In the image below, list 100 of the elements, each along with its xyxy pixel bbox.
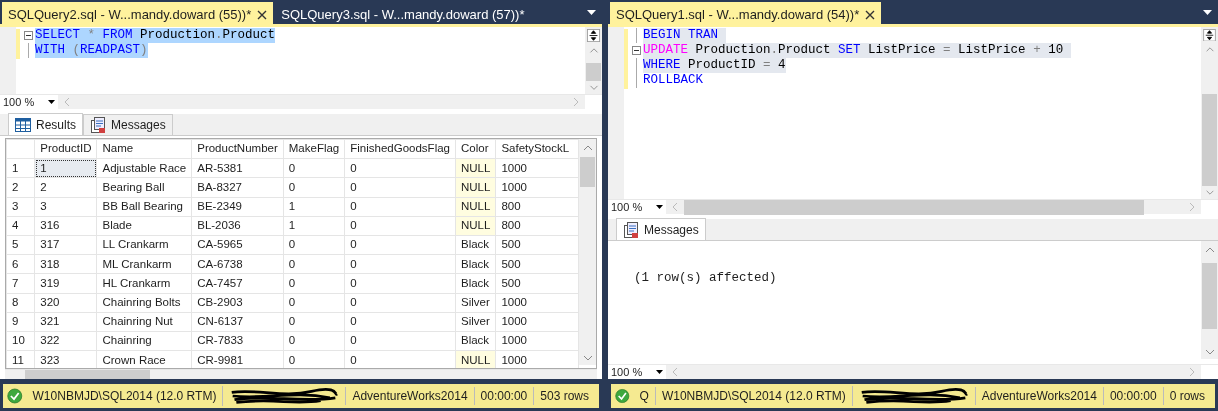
row-number[interactable]: 4 bbox=[6, 216, 35, 236]
result-tab[interactable]: Results bbox=[8, 113, 83, 135]
scroll-up-icon[interactable] bbox=[588, 48, 599, 54]
scroll-thumb[interactable] bbox=[1202, 263, 1217, 329]
document-tab[interactable]: SQLQuery3.sql - W...mandy.doward (57))* bbox=[275, 2, 531, 24]
table-cell: 0 bbox=[283, 273, 345, 293]
vertical-scrollbar[interactable] bbox=[1201, 27, 1218, 199]
table-cell: CA-7457 bbox=[191, 273, 284, 293]
document-icon bbox=[90, 117, 106, 133]
table-cell: ML Crankarm bbox=[96, 254, 192, 274]
column-header[interactable]: ProductID bbox=[34, 139, 97, 159]
scroll-down-icon[interactable] bbox=[588, 84, 599, 90]
table-cell: CR-7833 bbox=[191, 331, 284, 351]
scroll-up-icon[interactable] bbox=[1204, 247, 1215, 253]
column-header[interactable]: MakeFlag bbox=[283, 139, 345, 159]
close-icon[interactable] bbox=[257, 9, 268, 20]
message-text: (1 row(s) affected) bbox=[633, 270, 778, 287]
row-number[interactable]: 10 bbox=[6, 331, 35, 351]
scroll-thumb[interactable] bbox=[586, 63, 601, 81]
status-text: W10NBMJD\SQL2014 (12.0 RTM) bbox=[654, 387, 852, 405]
table-cell: 1000 bbox=[495, 158, 579, 178]
table-cell: 0 bbox=[344, 293, 456, 313]
scroll-right-icon[interactable] bbox=[1189, 202, 1195, 212]
table-cell: 320 bbox=[34, 293, 97, 313]
table-cell: Chainring Nut bbox=[96, 312, 192, 332]
scroll-right-icon[interactable] bbox=[573, 97, 579, 107]
column-header[interactable]: ProductNumber bbox=[191, 139, 284, 159]
collapse-icon[interactable] bbox=[631, 46, 641, 55]
dropdown-icon[interactable] bbox=[1203, 10, 1212, 15]
scroll-left-icon[interactable] bbox=[672, 367, 678, 377]
table-cell: 319 bbox=[34, 273, 97, 293]
scroll-thumb[interactable] bbox=[580, 157, 595, 187]
scroll-up-icon[interactable] bbox=[582, 145, 593, 151]
table-cell: 0 bbox=[283, 293, 345, 313]
vertical-scrollbar[interactable] bbox=[579, 139, 596, 365]
table-cell: 800 bbox=[495, 216, 579, 236]
status-text: W10NBMJD\SQL2014 (12.0 RTM) bbox=[31, 388, 218, 405]
table-cell: 317 bbox=[34, 235, 97, 255]
table-cell: 0 bbox=[344, 331, 456, 351]
row-number[interactable]: 8 bbox=[6, 293, 35, 313]
scroll-thumb[interactable] bbox=[25, 370, 150, 379]
scroll-down-icon[interactable] bbox=[1204, 190, 1215, 195]
status-text: AdventureWorks2014 bbox=[345, 387, 474, 405]
document-tab[interactable]: SQLQuery1.sql - W...mandy.doward (54))* bbox=[610, 2, 882, 24]
row-number[interactable]: 6 bbox=[6, 254, 35, 274]
status-text: 00:00:00 bbox=[473, 387, 534, 405]
row-number[interactable]: 2 bbox=[6, 177, 35, 198]
status-text: AdventureWorks2014 bbox=[974, 387, 1103, 405]
status-text: 503 rows bbox=[533, 387, 595, 405]
table-cell: 0 bbox=[283, 158, 345, 178]
close-icon[interactable] bbox=[865, 9, 876, 20]
row-number[interactable]: 1 bbox=[6, 158, 35, 178]
zoom-dropdown[interactable]: 100 % bbox=[608, 365, 666, 379]
zoom-dropdown[interactable]: 100 % bbox=[0, 95, 58, 109]
column-header[interactable]: Color bbox=[455, 139, 496, 159]
dropdown-icon[interactable] bbox=[587, 10, 596, 15]
scroll-thumb[interactable] bbox=[1202, 94, 1217, 186]
code-line: ROLLBACK bbox=[643, 73, 703, 88]
table-cell: 1000 bbox=[495, 293, 579, 313]
scroll-up-icon[interactable] bbox=[1204, 47, 1215, 53]
splitter-icon bbox=[586, 29, 601, 43]
scroll-right-icon[interactable] bbox=[1189, 367, 1195, 377]
table-cell: CA-6738 bbox=[191, 254, 284, 274]
table-cell: CA-5965 bbox=[191, 235, 284, 255]
scroll-left-icon[interactable] bbox=[672, 202, 678, 212]
success-check-icon bbox=[615, 386, 630, 406]
table-cell: 0 bbox=[283, 235, 345, 255]
caret-icon bbox=[656, 205, 663, 209]
table-cell: Black bbox=[455, 235, 496, 255]
table-cell: Blade bbox=[96, 216, 192, 236]
scroll-down-icon[interactable] bbox=[1204, 349, 1215, 355]
row-number[interactable]: 9 bbox=[6, 312, 35, 332]
table-cell: Black bbox=[455, 273, 496, 293]
row-number[interactable]: 5 bbox=[6, 235, 35, 255]
scroll-thumb[interactable] bbox=[684, 199, 1144, 215]
result-tab[interactable]: Messages bbox=[83, 114, 173, 135]
table-cell: 318 bbox=[34, 254, 97, 274]
table-cell: 1000 bbox=[495, 312, 579, 332]
zoom-dropdown[interactable]: 100 % bbox=[608, 200, 666, 214]
table-cell: Chainring bbox=[96, 331, 192, 351]
caret-icon bbox=[48, 100, 55, 104]
scroll-left-icon[interactable] bbox=[64, 97, 70, 107]
table-cell: 322 bbox=[34, 331, 97, 351]
result-tab[interactable]: Messages bbox=[616, 218, 706, 240]
column-header[interactable]: SafetyStockL bbox=[495, 139, 579, 159]
table-cell: Chainring Bolts bbox=[96, 293, 192, 313]
table-cell: 1 bbox=[283, 197, 345, 217]
row-number[interactable]: 7 bbox=[6, 273, 35, 293]
table-cell: 316 bbox=[34, 216, 97, 236]
column-header[interactable]: FinishedGoodsFlag bbox=[344, 139, 456, 159]
row-number[interactable]: 3 bbox=[6, 197, 35, 217]
scroll-down-icon[interactable] bbox=[582, 355, 593, 361]
vertical-scrollbar[interactable] bbox=[1201, 241, 1218, 359]
row-header-corner bbox=[6, 139, 35, 159]
vertical-scrollbar[interactable] bbox=[585, 27, 602, 94]
table-cell: 1 bbox=[283, 216, 345, 236]
column-header[interactable]: Name bbox=[96, 139, 192, 159]
collapse-icon[interactable] bbox=[23, 31, 33, 40]
table-cell: 0 bbox=[344, 254, 456, 274]
document-tab[interactable]: SQLQuery2.sql - W...mandy.doward (55))* bbox=[2, 2, 274, 24]
